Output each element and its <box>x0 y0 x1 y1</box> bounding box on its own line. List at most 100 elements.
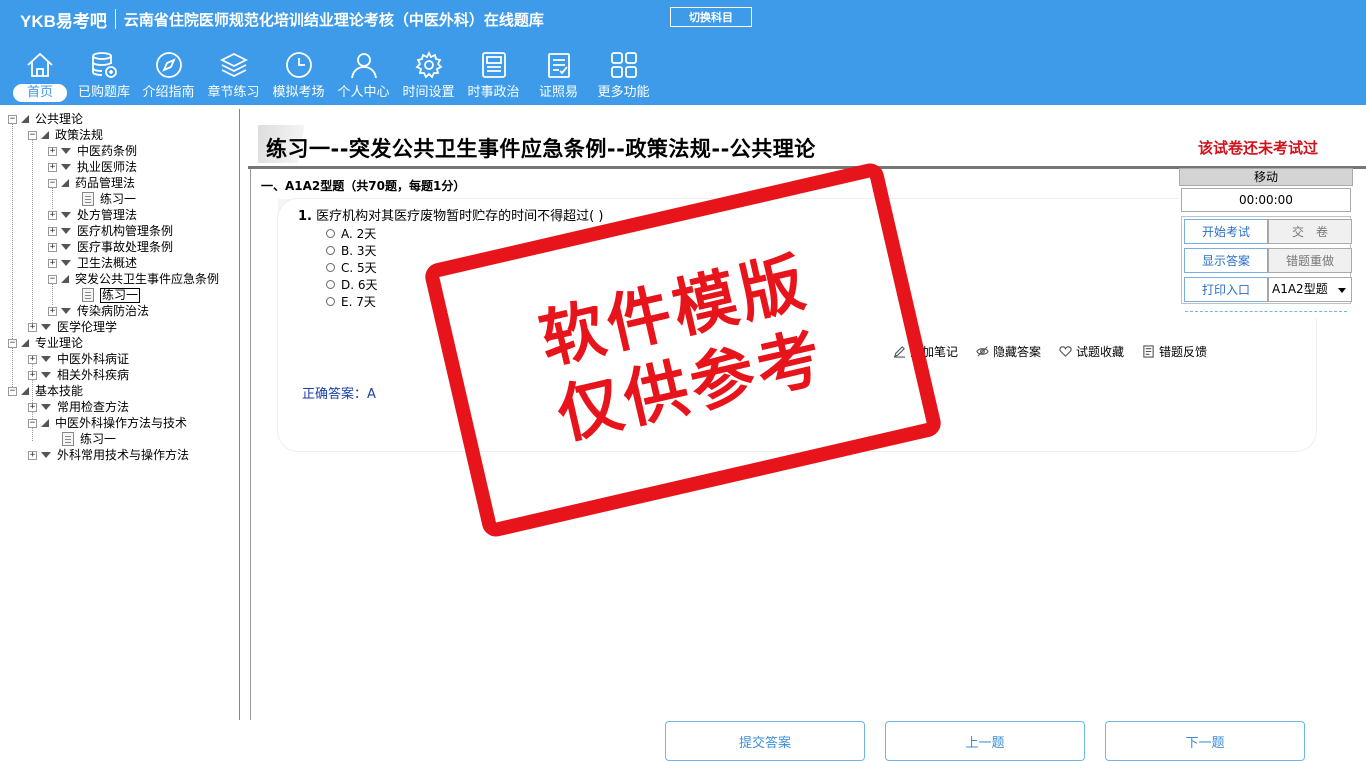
tree-node-physician-law[interactable]: + 执业医师法 <box>48 159 137 175</box>
tree-node-drug-law[interactable]: − 药品管理法 <box>48 175 135 191</box>
previous-question-button[interactable]: 上一题 <box>885 721 1085 761</box>
option-a[interactable]: A. 2天 <box>326 225 376 241</box>
nav-license-label: 证照易 <box>538 85 578 100</box>
tree-node-related-surgical[interactable]: + 相关外科疾病 <box>28 367 129 383</box>
expand-icon[interactable]: + <box>48 162 57 172</box>
expand-icon[interactable]: + <box>48 242 57 252</box>
radio-icon[interactable] <box>326 262 335 272</box>
tree-node-tcm-surgical-disease[interactable]: + 中医外科病证 <box>28 351 129 367</box>
tree-node-tcm-surgical-techniques[interactable]: − 中医外科操作方法与技术 <box>28 415 187 431</box>
add-note-button[interactable]: 添加笔记 <box>893 343 958 360</box>
tree-node-ethics[interactable]: + 医学伦理学 <box>28 319 117 335</box>
nav-news-label: 时事政治 <box>467 85 520 100</box>
tree-node-accident-regulation[interactable]: + 医疗事故处理条例 <box>48 239 173 255</box>
nav-mock-exam[interactable]: 模拟考场 <box>266 50 331 104</box>
nav-home[interactable]: 首页 <box>8 50 72 104</box>
collapse-icon[interactable]: − <box>48 178 57 188</box>
tree-node-basic-skills[interactable]: − 基本技能 <box>8 383 83 399</box>
tree-node-professional-theory[interactable]: − 专业理论 <box>8 335 83 351</box>
radio-icon[interactable] <box>326 228 335 238</box>
panel-divider <box>1185 311 1347 312</box>
expand-icon[interactable]: + <box>48 306 57 316</box>
nav-license[interactable]: 证照易 <box>526 50 591 104</box>
tree-node-policy[interactable]: − 政策法规 <box>28 127 103 143</box>
tree-node-label: 医疗机构管理条例 <box>77 224 174 238</box>
tree-leaf-exercise-selected[interactable]: 练习一 <box>82 287 141 303</box>
nav-time-settings[interactable]: 时间设置 <box>396 50 461 104</box>
collapse-icon[interactable]: − <box>8 114 17 124</box>
tree-guide <box>32 137 33 329</box>
tree-leaf-exercise[interactable]: 练习一 <box>62 431 116 447</box>
expand-icon[interactable]: + <box>28 322 37 332</box>
print-button[interactable]: 打印入口 <box>1184 277 1268 302</box>
tree-leaf-exercise[interactable]: 练习一 <box>82 191 136 207</box>
expand-icon[interactable]: + <box>28 354 37 364</box>
expand-icon[interactable]: + <box>48 210 57 220</box>
expand-icon[interactable]: + <box>28 370 37 380</box>
collapse-icon[interactable]: − <box>48 274 57 284</box>
radio-icon[interactable] <box>326 279 335 289</box>
tree-node-prescription-law[interactable]: + 处方管理法 <box>48 207 137 223</box>
expand-icon[interactable]: + <box>28 402 37 412</box>
radio-icon[interactable] <box>326 245 335 255</box>
tree-node-label: 外科常用技术与操作方法 <box>57 448 190 462</box>
next-question-button[interactable]: 下一题 <box>1105 721 1305 761</box>
tree-node-label: 医学伦理学 <box>57 320 118 334</box>
tree-node-label: 药品管理法 <box>75 176 136 190</box>
tree-node-label: 常用检查方法 <box>57 400 130 414</box>
collapse-icon[interactable]: − <box>28 130 37 140</box>
nav-chapter[interactable]: 章节练习 <box>201 50 266 104</box>
hide-answer-button[interactable]: 隐藏答案 <box>976 343 1041 360</box>
option-e[interactable]: E. 7天 <box>326 293 376 309</box>
tree-node-label: 中医药条例 <box>77 144 138 158</box>
redo-wrong-button[interactable]: 错题重做 <box>1268 248 1352 273</box>
app-title: 云南省住院医师规范化培训结业理论考核（中医外科）在线题库 <box>123 10 544 29</box>
hand-in-button[interactable]: 交 卷 <box>1268 219 1352 244</box>
tree-node-label: 中医外科操作方法与技术 <box>55 416 188 430</box>
add-note-label: 添加笔记 <box>910 345 959 359</box>
error-feedback-button[interactable]: 错题反馈 <box>1142 343 1207 360</box>
nav-more-label: 更多功能 <box>597 85 650 100</box>
option-label: D. 6天 <box>341 277 378 292</box>
option-d[interactable]: D. 6天 <box>326 276 378 292</box>
expand-icon[interactable]: + <box>48 258 57 268</box>
layers-icon <box>219 52 248 78</box>
expanded-arrow-icon <box>41 131 49 139</box>
nav-profile[interactable]: 个人中心 <box>331 50 396 104</box>
exam-timer: 00:00:00 <box>1181 188 1351 212</box>
tree-node-exam-methods[interactable]: + 常用检查方法 <box>28 399 129 415</box>
favorite-button[interactable]: 试题收藏 <box>1059 343 1124 360</box>
question-type-select[interactable]: A1A2型题 <box>1268 277 1352 302</box>
brand: YKB易考吧 云南省住院医师规范化培训结业理论考核（中医外科）在线题库 <box>20 8 544 31</box>
switch-subject-button[interactable]: 切换科目 <box>670 7 752 27</box>
radio-icon[interactable] <box>326 296 335 306</box>
tree-node-surgical-operations[interactable]: + 外科常用技术与操作方法 <box>28 447 189 463</box>
tree-node-label: 医疗事故处理条例 <box>77 240 174 254</box>
tree-node-infectious-law[interactable]: + 传染病防治法 <box>48 303 149 319</box>
start-exam-button[interactable]: 开始考试 <box>1184 219 1268 244</box>
error-feedback-label: 错题反馈 <box>1159 345 1208 359</box>
option-c[interactable]: C. 5天 <box>326 259 377 275</box>
collapse-icon[interactable]: − <box>8 338 17 348</box>
tree-node-institution-regulation[interactable]: + 医疗机构管理条例 <box>48 223 173 239</box>
tree-node-health-law[interactable]: + 卫生法概述 <box>48 255 137 271</box>
top-nav: 首页 已购题库 介绍指南 章节练习 模拟考场 个人中心 时间设置 时事政治 证照… <box>8 50 656 104</box>
submit-answer-button[interactable]: 提交答案 <box>665 721 865 761</box>
expand-icon[interactable]: + <box>48 226 57 236</box>
tree-node-tcm-regulation[interactable]: + 中医药条例 <box>48 143 137 159</box>
tree-node-emergency-regulation[interactable]: − 突发公共卫生事件应急条例 <box>48 271 219 287</box>
nav-guide[interactable]: 介绍指南 <box>136 50 201 104</box>
collapsed-arrow-icon <box>61 260 71 266</box>
option-b[interactable]: B. 3天 <box>326 242 377 258</box>
nav-more[interactable]: 更多功能 <box>591 50 656 104</box>
panel-move-handle[interactable]: 移动 <box>1179 168 1353 186</box>
collapse-icon[interactable]: − <box>8 386 17 396</box>
collapse-icon[interactable]: − <box>28 418 37 428</box>
expand-icon[interactable]: + <box>28 450 37 460</box>
tree-node-label: 传染病防治法 <box>77 304 150 318</box>
nav-purchased[interactable]: 已购题库 <box>72 50 136 104</box>
expand-icon[interactable]: + <box>48 146 57 156</box>
show-answer-button[interactable]: 显示答案 <box>1184 248 1268 273</box>
tree-node-public-theory[interactable]: − 公共理论 <box>8 111 83 127</box>
nav-news[interactable]: 时事政治 <box>461 50 526 104</box>
